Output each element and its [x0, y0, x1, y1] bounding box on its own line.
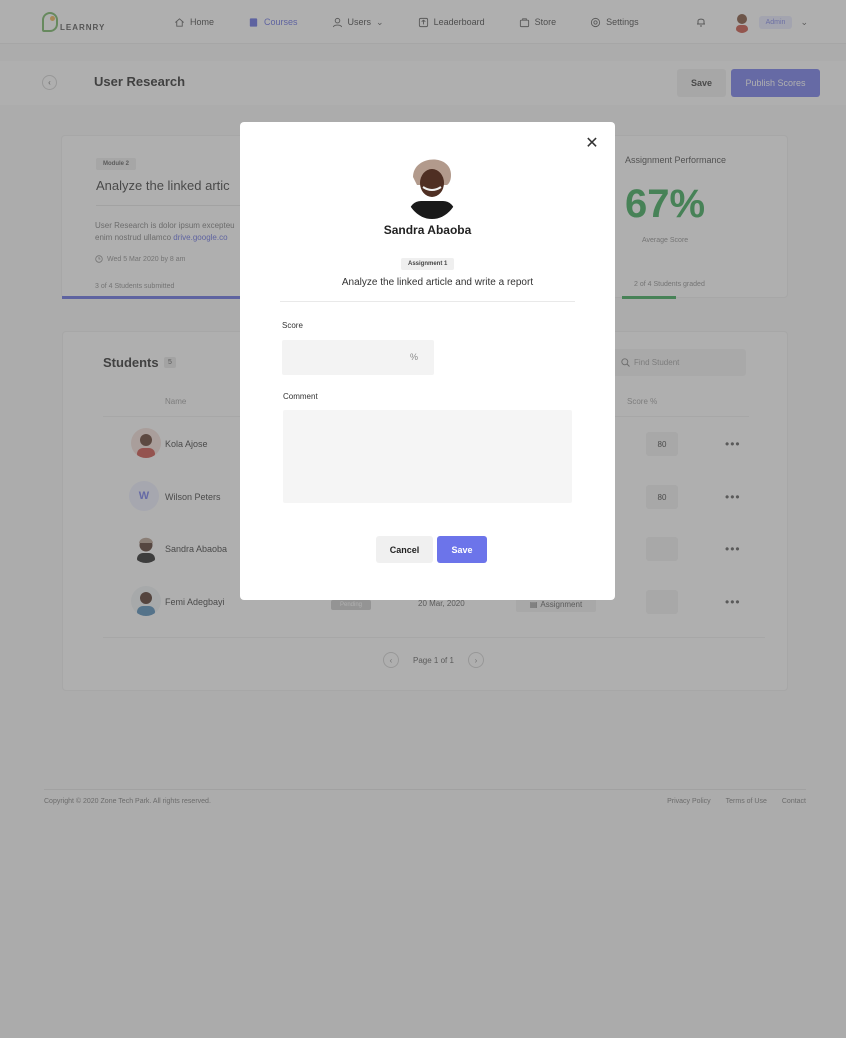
assignment-title: Analyze the linked article and write a r… — [341, 277, 534, 288]
divider — [280, 301, 575, 302]
score-field-wrapper: % — [282, 340, 434, 375]
comment-label: Comment — [283, 392, 318, 401]
percent-unit: % — [410, 352, 419, 362]
avatar — [405, 155, 459, 219]
comment-textarea[interactable] — [283, 410, 572, 503]
cancel-button[interactable]: Cancel — [376, 536, 433, 563]
grade-modal: ✕ Sandra Abaoba Assignment 1 Analyze the… — [240, 122, 615, 600]
assignment-badge: Assignment 1 — [401, 258, 455, 270]
score-label: Score — [282, 321, 303, 330]
close-icon[interactable]: ✕ — [584, 136, 600, 152]
student-name: Sandra Abaoba — [383, 223, 472, 237]
save-button[interactable]: Save — [437, 536, 487, 563]
